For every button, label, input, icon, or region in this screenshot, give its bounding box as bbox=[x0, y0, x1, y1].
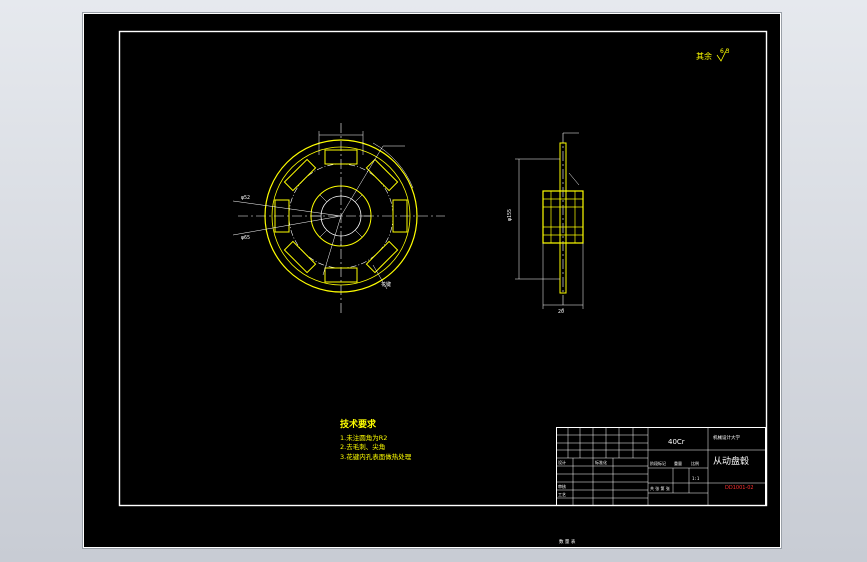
bottom-caption: 数 量 表 bbox=[559, 538, 576, 545]
front-view: φ52 φ65 花键 bbox=[232, 123, 445, 313]
drawing-canvas[interactable]: 其余 6.3 φ52 φ65 花键 φ155 20 技术要求 1.未注圆角为R2… bbox=[82, 12, 782, 549]
tech-req-title: 技术要求 bbox=[340, 418, 377, 430]
hub-hatch bbox=[543, 191, 583, 243]
side-view: φ155 20 bbox=[507, 132, 584, 315]
col-label-stage: 阶段标记 bbox=[650, 460, 666, 466]
tech-req-item-3: 3.花键内孔表面做热处理 bbox=[340, 452, 412, 461]
drawing-frame bbox=[118, 30, 768, 507]
part-name: 从动盘毂 bbox=[713, 455, 749, 467]
roughness-label: 其余 bbox=[696, 51, 712, 61]
side-height-label: φ155 bbox=[507, 209, 513, 221]
row-label-design: 设计 bbox=[558, 459, 566, 465]
tech-requirements: 技术要求 1.未注圆角为R2 2.去毛刺、尖角 3.花键内孔表面做热处理 bbox=[340, 418, 412, 461]
material-value: 40Cr bbox=[668, 438, 685, 446]
dim-b-label: φ65 bbox=[241, 235, 250, 241]
side-width-label: 20 bbox=[558, 309, 564, 315]
standardization-label: 标准化 bbox=[595, 459, 607, 465]
window-br bbox=[365, 240, 399, 274]
dim-a-label: φ52 bbox=[241, 195, 250, 201]
window-tr bbox=[365, 158, 399, 192]
col-label-scale: 比例 bbox=[691, 460, 699, 466]
window-tl bbox=[283, 158, 317, 192]
drawing-number: DD1001-02 bbox=[725, 485, 754, 491]
scale-value: 1:1 bbox=[692, 476, 700, 481]
row-label-review: 审核 bbox=[558, 483, 566, 489]
sheet-text: 共 张 第 张 bbox=[650, 485, 670, 491]
title-block: 40Cr 机械设计大学 从动盘毂 DD1001-02 阶段标记 重量 比例 1:… bbox=[556, 427, 766, 506]
tech-req-item-1: 1.未注圆角为R2 bbox=[340, 433, 387, 442]
tech-req-item-2: 2.去毛刺、尖角 bbox=[340, 442, 385, 451]
university-name: 机械设计大学 bbox=[713, 434, 740, 441]
outer-border bbox=[83, 13, 781, 548]
drawing-svg: 其余 6.3 φ52 φ65 花键 φ155 20 技术要求 1.未注圆角为R2… bbox=[83, 13, 781, 548]
row-label-process: 工艺 bbox=[558, 492, 566, 497]
section-label: 花键 bbox=[381, 281, 391, 288]
col-label-weight: 重量 bbox=[674, 460, 682, 466]
window-bl bbox=[283, 240, 317, 274]
side-dimensions bbox=[515, 132, 584, 309]
